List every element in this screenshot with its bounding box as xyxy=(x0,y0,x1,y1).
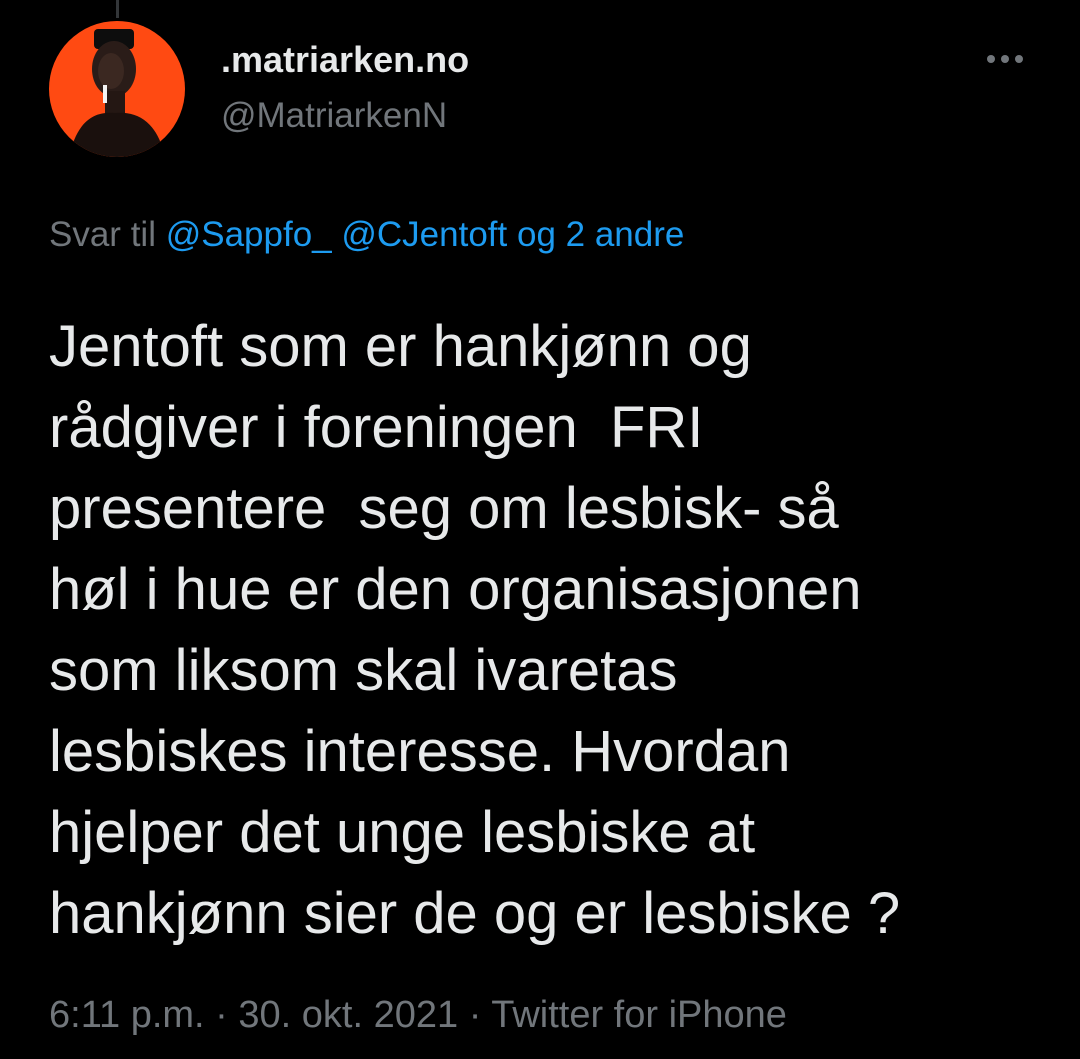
more-horizontal-icon xyxy=(987,55,1023,63)
tweet-time[interactable]: 6:11 p.m. xyxy=(49,994,205,1036)
mention-others-link[interactable]: 2 andre xyxy=(566,215,685,254)
reply-prefix: Svar til xyxy=(49,215,156,254)
meta-separator: · xyxy=(468,994,482,1036)
meta-separator: · xyxy=(215,994,228,1036)
tweet-date[interactable]: 30. okt. 2021 xyxy=(238,994,458,1036)
more-options-button[interactable] xyxy=(980,44,1030,74)
avatar[interactable] xyxy=(49,21,185,157)
tweet-metadata: 6:11 p.m. · 30. okt. 2021 · Twitter for … xyxy=(49,990,787,1040)
tweet-source[interactable]: Twitter for iPhone xyxy=(491,994,787,1036)
author-handle[interactable]: @MatriarkenN xyxy=(221,94,447,138)
tweet-text: Jentoft som er hankjønn og rådgiver i fo… xyxy=(49,314,901,946)
author-display-name[interactable]: .matriarken.no xyxy=(221,38,469,82)
reply-connector: og xyxy=(516,215,556,254)
thread-connector-line xyxy=(116,0,119,18)
mention-link-cjentoft[interactable]: @CJentoft xyxy=(341,215,507,254)
reply-context: Svar til @Sappfo_ @CJentoft og 2 andre xyxy=(49,212,684,258)
avatar-portrait-icon xyxy=(49,21,185,157)
mention-link-sappfo[interactable]: @Sappfo_ xyxy=(166,215,332,254)
